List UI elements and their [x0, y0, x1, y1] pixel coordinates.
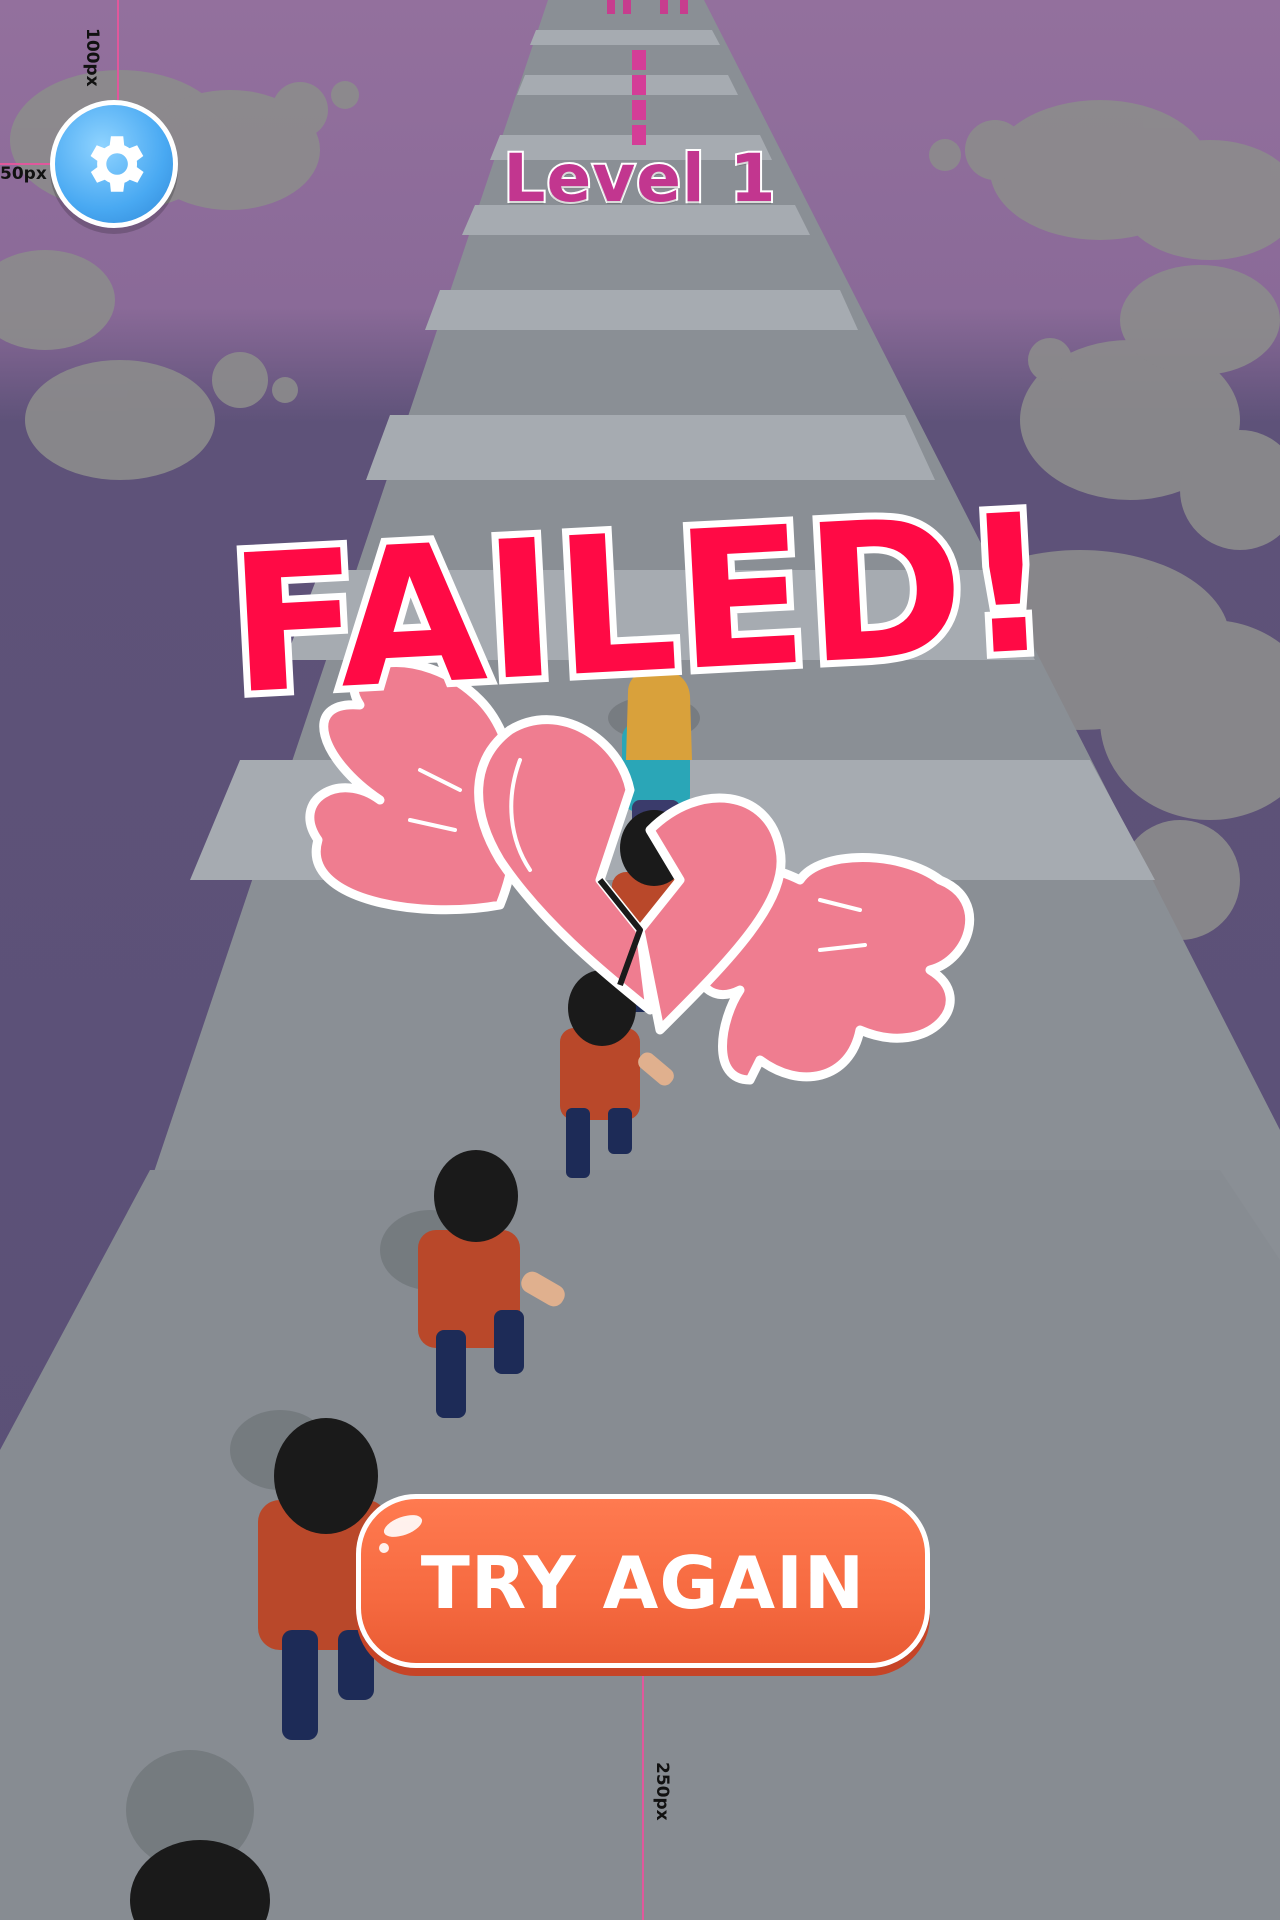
failed-title: FAILED! [218, 480, 1063, 720]
level-title: Level 1 [501, 138, 777, 219]
settings-button[interactable] [50, 100, 178, 228]
try-again-label: TRY AGAIN [420, 1541, 866, 1625]
guide-label-top: 100px [82, 28, 102, 87]
failed-title-text: FAILED! [225, 480, 1056, 720]
button-gloss [381, 1510, 425, 1542]
guide-label-left: 50px [0, 164, 47, 184]
guide-label-bottom: 250px [652, 1762, 672, 1821]
try-again-button[interactable]: TRY AGAIN [356, 1494, 930, 1668]
gear-icon [90, 136, 144, 192]
